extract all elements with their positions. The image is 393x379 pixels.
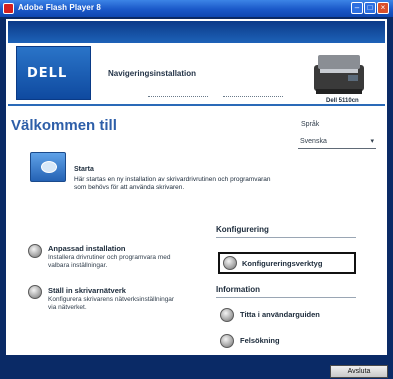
user-guide-icon[interactable] <box>220 308 234 322</box>
chevron-down-icon: ▾ <box>370 138 374 145</box>
network-setup-description: Konfigurera skrivarens nätverksinställni… <box>48 296 175 311</box>
start-icon[interactable] <box>30 152 66 182</box>
app-icon <box>3 3 14 14</box>
cd-icon <box>41 161 57 173</box>
printer-model-label: Dell 5110cn <box>326 98 359 104</box>
main-panel: DELL Navigeringsinstallation Dell 5110cn… <box>5 18 388 372</box>
network-setup-icon[interactable] <box>28 285 42 299</box>
header-band <box>8 21 385 43</box>
user-guide-label[interactable]: Titta i användarguiden <box>240 310 320 319</box>
troubleshooting-label[interactable]: Felsökning <box>240 336 280 345</box>
maximize-button[interactable]: □ <box>364 2 376 14</box>
printer-icon <box>314 55 364 94</box>
custom-install-icon[interactable] <box>28 244 42 258</box>
dell-logo: DELL <box>27 66 68 81</box>
start-title[interactable]: Starta <box>74 166 94 173</box>
start-description: Här startas en ny installation av skriva… <box>74 176 271 191</box>
page-title: Välkommen till <box>11 117 117 134</box>
configuration-heading: Konfigurering <box>216 225 269 234</box>
config-tool-icon <box>223 256 237 270</box>
header-divider <box>223 96 283 97</box>
window-title: Adobe Flash Player 8 <box>18 3 101 12</box>
information-divider <box>216 297 356 298</box>
custom-install-description: Installera drivrutiner och programvara m… <box>48 254 171 269</box>
language-label: Språk <box>301 121 320 128</box>
title-bar: Adobe Flash Player 8 – □ × <box>0 0 393 17</box>
config-tool-label: Konfigureringsverktyg <box>242 259 323 268</box>
dell-logo-box: DELL <box>16 46 91 100</box>
language-value: Svenska <box>300 138 327 145</box>
minimize-button[interactable]: – <box>351 2 363 14</box>
custom-install-label[interactable]: Anpassad installation <box>48 244 126 253</box>
close-window-button[interactable]: × <box>377 2 389 14</box>
header-divider <box>148 96 208 97</box>
configuration-tool-button[interactable]: Konfigureringsverktyg <box>218 252 356 274</box>
exit-button[interactable]: Avsluta <box>330 365 388 378</box>
information-heading: Information <box>216 285 260 294</box>
configuration-divider <box>216 237 356 238</box>
troubleshooting-icon[interactable] <box>220 334 234 348</box>
header-banner: DELL Navigeringsinstallation Dell 5110cn <box>8 21 385 106</box>
header-subtitle: Navigeringsinstallation <box>108 69 197 78</box>
language-select[interactable]: Svenska ▾ <box>298 137 376 149</box>
application-window: Adobe Flash Player 8 – □ × DELL Navigeri… <box>0 0 393 379</box>
network-setup-label[interactable]: Ställ in skrivarnätverk <box>48 286 126 295</box>
